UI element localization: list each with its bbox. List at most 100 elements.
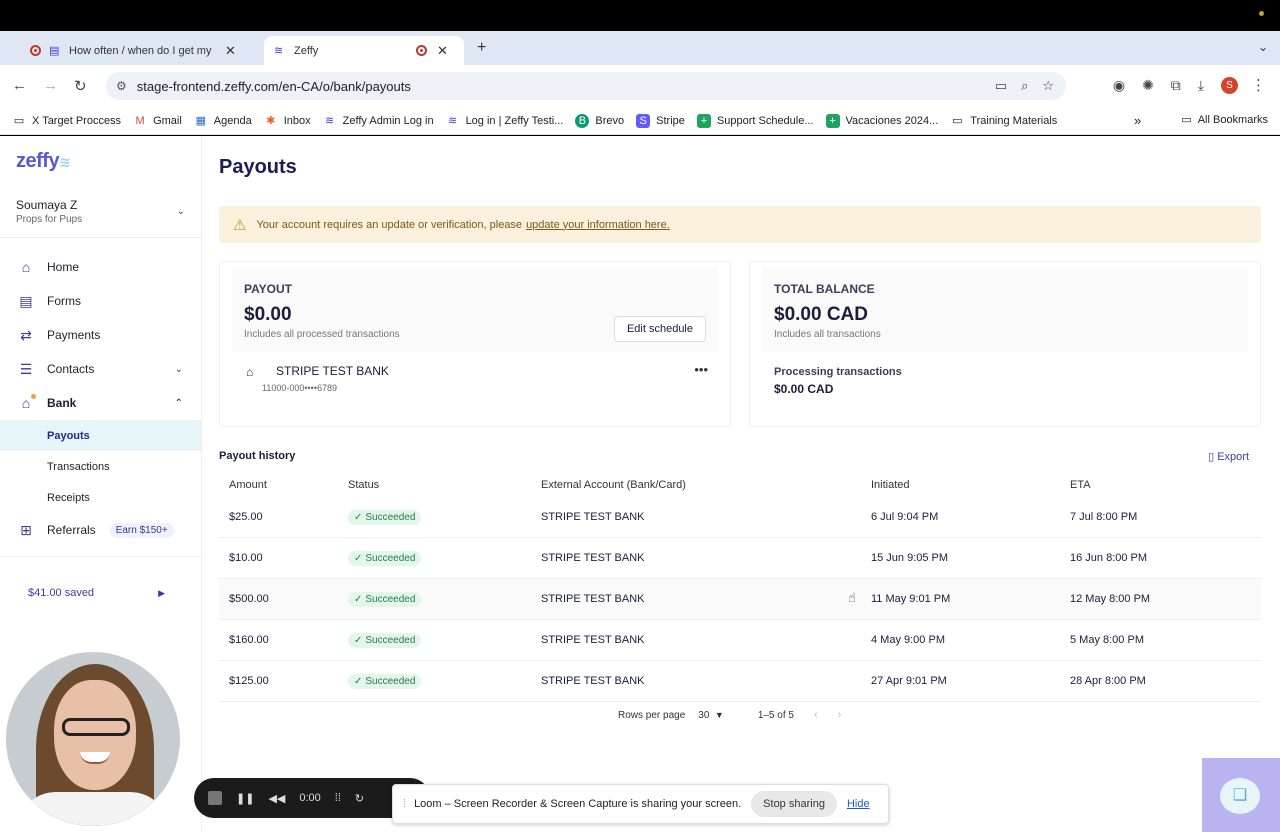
browser-tab-strip: ▤ How often / when do I get my ✕ ≋ Zeffy… — [0, 31, 1280, 65]
more-options-icon[interactable]: ••• — [694, 362, 708, 377]
sidebar-item-receipts[interactable]: Receipts — [0, 482, 201, 513]
edit-schedule-button[interactable]: Edit schedule — [613, 316, 706, 342]
all-bookmarks[interactable]: ▭ All Bookmarks — [1181, 113, 1268, 127]
sidebar-item-contacts[interactable]: ☰ Contacts ⌄ — [0, 352, 201, 386]
more-bookmarks-icon[interactable]: » — [1134, 113, 1141, 128]
bookmark-item[interactable]: M Gmail — [133, 114, 181, 128]
sidebar-item-referrals[interactable]: ⊞ Referrals Earn $150+ — [0, 513, 201, 547]
table-row[interactable]: $10.00 ✓ Succeeded STRIPE TEST BANK 15 Ju… — [219, 538, 1261, 579]
sidebar-item-payments[interactable]: ⇄ Payments — [0, 318, 201, 352]
previous-page-icon[interactable]: ‹ — [814, 709, 818, 721]
extension-sparkle-icon[interactable]: ✺ — [1142, 77, 1154, 94]
sidebar-item-payouts[interactable]: Payouts — [0, 420, 201, 451]
extension-loom-icon[interactable]: ◉ — [1113, 77, 1125, 94]
sidebar-item-bank[interactable]: ⌂ Bank ⌃ — [0, 386, 201, 420]
gift-icon: ⊞ — [20, 521, 32, 538]
back-icon[interactable]: ← — [12, 77, 27, 94]
pause-icon[interactable]: ❚❚ — [236, 792, 254, 805]
sheets-icon: + — [825, 113, 840, 128]
column-header[interactable]: Status — [348, 472, 379, 497]
zeffy-favicon-icon: ≋ — [274, 44, 284, 57]
check-icon: ✓ — [354, 634, 363, 646]
verification-alert: ⚠ Your account requires an update or ver… — [219, 206, 1261, 243]
rewind-icon[interactable]: ◀◀ — [268, 792, 285, 805]
status-cell: ✓ Succeeded — [348, 620, 422, 660]
export-button[interactable]: ▯ Export — [1208, 450, 1249, 463]
bookmark-item[interactable]: ≋ Log in | Zeffy Testi... — [446, 114, 563, 128]
column-header[interactable]: Amount — [229, 472, 267, 497]
bookmark-item[interactable]: ▭ Training Materials — [950, 114, 1057, 128]
share-notice-text: Loom – Screen Recorder & Screen Capture … — [414, 798, 742, 810]
drag-handle-icon[interactable]: ⁞ — [403, 798, 406, 810]
browser-tab-zeffy[interactable]: ≋ Zeffy ✕ — [264, 36, 464, 65]
sheets-icon: + — [696, 113, 711, 128]
reload-icon[interactable]: ↻ — [74, 77, 87, 95]
logo-wing-icon: ≋ — [59, 154, 71, 170]
webcam-shirt — [16, 792, 170, 826]
initiated-cell: 4 May 9:00 PM — [871, 634, 945, 646]
bookmark-item[interactable]: S Stripe — [636, 113, 685, 128]
stop-sharing-button[interactable]: Stop sharing — [751, 791, 837, 817]
bookmark-item[interactable]: + Vacaciones 2024... — [825, 113, 938, 128]
amount-cell: $125.00 — [229, 675, 269, 687]
eta-cell: 28 Apr 8:00 PM — [1070, 675, 1146, 687]
browser-tab-help[interactable]: ▤ How often / when do I get my ✕ — [20, 36, 260, 65]
table-row[interactable]: $500.00 ✓ Succeeded STRIPE TEST BANK 11 M… — [219, 579, 1261, 620]
bookmark-item[interactable]: ▭ X Target Proccess — [12, 114, 121, 128]
page-range: 1–5 of 5 — [757, 709, 794, 721]
next-page-icon[interactable]: › — [838, 709, 842, 721]
earn-badge: Earn $150+ — [109, 522, 174, 538]
grid-icon[interactable]: ⁞⁞ — [335, 792, 341, 804]
eta-cell: 5 May 8:00 PM — [1070, 634, 1144, 646]
video-camera-icon[interactable]: ▭ — [995, 78, 1007, 94]
bookmark-item[interactable]: + Support Schedule... — [696, 113, 814, 128]
browser-menu-icon[interactable]: ⋮ — [1251, 76, 1266, 94]
address-bar[interactable]: ⚙ stage-frontend.zeffy.com/en-CA/o/bank/… — [106, 72, 1066, 100]
download-icon[interactable]: ⤓ — [1198, 77, 1204, 94]
update-info-link[interactable]: update your information here. — [526, 219, 670, 231]
sidebar-item-forms[interactable]: ▤ Forms — [0, 284, 201, 318]
table-row[interactable]: $125.00 ✓ Succeeded STRIPE TEST BANK 27 A… — [219, 661, 1261, 702]
amount-cell: $25.00 — [229, 511, 263, 523]
bookmark-item[interactable]: B Brevo — [575, 113, 624, 128]
new-tab-icon[interactable]: + — [477, 39, 486, 57]
zoom-icon[interactable]: ⌕ — [1021, 78, 1028, 94]
bookmark-item[interactable]: ✱ Inbox — [264, 114, 311, 128]
folder-icon: ▭ — [952, 114, 963, 127]
close-tab-icon[interactable]: ✕ — [437, 43, 448, 59]
chat-widget[interactable]: ❏ — [1202, 758, 1280, 832]
bookmark-star-icon[interactable]: ☆ — [1042, 78, 1054, 94]
column-header[interactable]: ETA — [1070, 472, 1091, 497]
tab-search-chevron-icon[interactable]: ⌄ — [1258, 40, 1268, 54]
browser-toolbar: ← → ↻ ⚙ stage-frontend.zeffy.com/en-CA/o… — [0, 65, 1280, 107]
tab-title: How often / when do I get my — [69, 44, 212, 57]
loom-webcam-bubble[interactable] — [6, 652, 180, 826]
column-header[interactable]: Initiated — [871, 472, 910, 497]
table-row[interactable]: $160.00 ✓ Succeeded STRIPE TEST BANK 4 Ma… — [219, 620, 1261, 661]
bookmark-item[interactable]: ▦ Agenda — [194, 114, 252, 128]
table-row[interactable]: $25.00 ✓ Succeeded STRIPE TEST BANK 6 Jul… — [219, 497, 1261, 538]
amount-cell: $160.00 — [229, 634, 269, 646]
zeffy-logo[interactable]: zeffy≋ — [16, 150, 71, 173]
column-header[interactable]: External Account (Bank/Card) — [541, 472, 686, 497]
rows-per-page-select[interactable]: 30 ▼ — [698, 710, 724, 721]
forward-icon[interactable]: → — [43, 77, 58, 94]
org-switcher[interactable]: Soumaya Z Props for Pups ⌄ — [0, 190, 201, 238]
restart-icon[interactable]: ↻ — [355, 792, 364, 805]
close-tab-icon[interactable]: ✕ — [225, 43, 236, 59]
sidebar-item-home[interactable]: ⌂ Home — [0, 250, 201, 284]
notification-dot — [31, 394, 36, 399]
sidebar-item-transactions[interactable]: Transactions — [0, 451, 201, 482]
status-badge: ✓ Succeeded — [348, 673, 422, 689]
hide-link[interactable]: Hide — [847, 798, 870, 810]
table-header: Amount Status External Account (Bank/Car… — [219, 472, 1261, 497]
bookmark-item[interactable]: ≋ Zeffy Admin Log in — [323, 114, 434, 128]
extensions-puzzle-icon[interactable]: ⧉ — [1171, 77, 1181, 94]
folder-icon: ▭ — [1181, 114, 1192, 126]
webcam-glasses — [62, 718, 130, 736]
stop-recording-icon[interactable] — [208, 791, 222, 805]
status-cell: ✓ Succeeded — [348, 579, 422, 619]
site-settings-icon[interactable]: ⚙ — [116, 79, 127, 93]
profile-avatar[interactable]: S — [1221, 77, 1238, 94]
saved-summary[interactable]: $41.00 saved ▶ — [0, 556, 201, 629]
